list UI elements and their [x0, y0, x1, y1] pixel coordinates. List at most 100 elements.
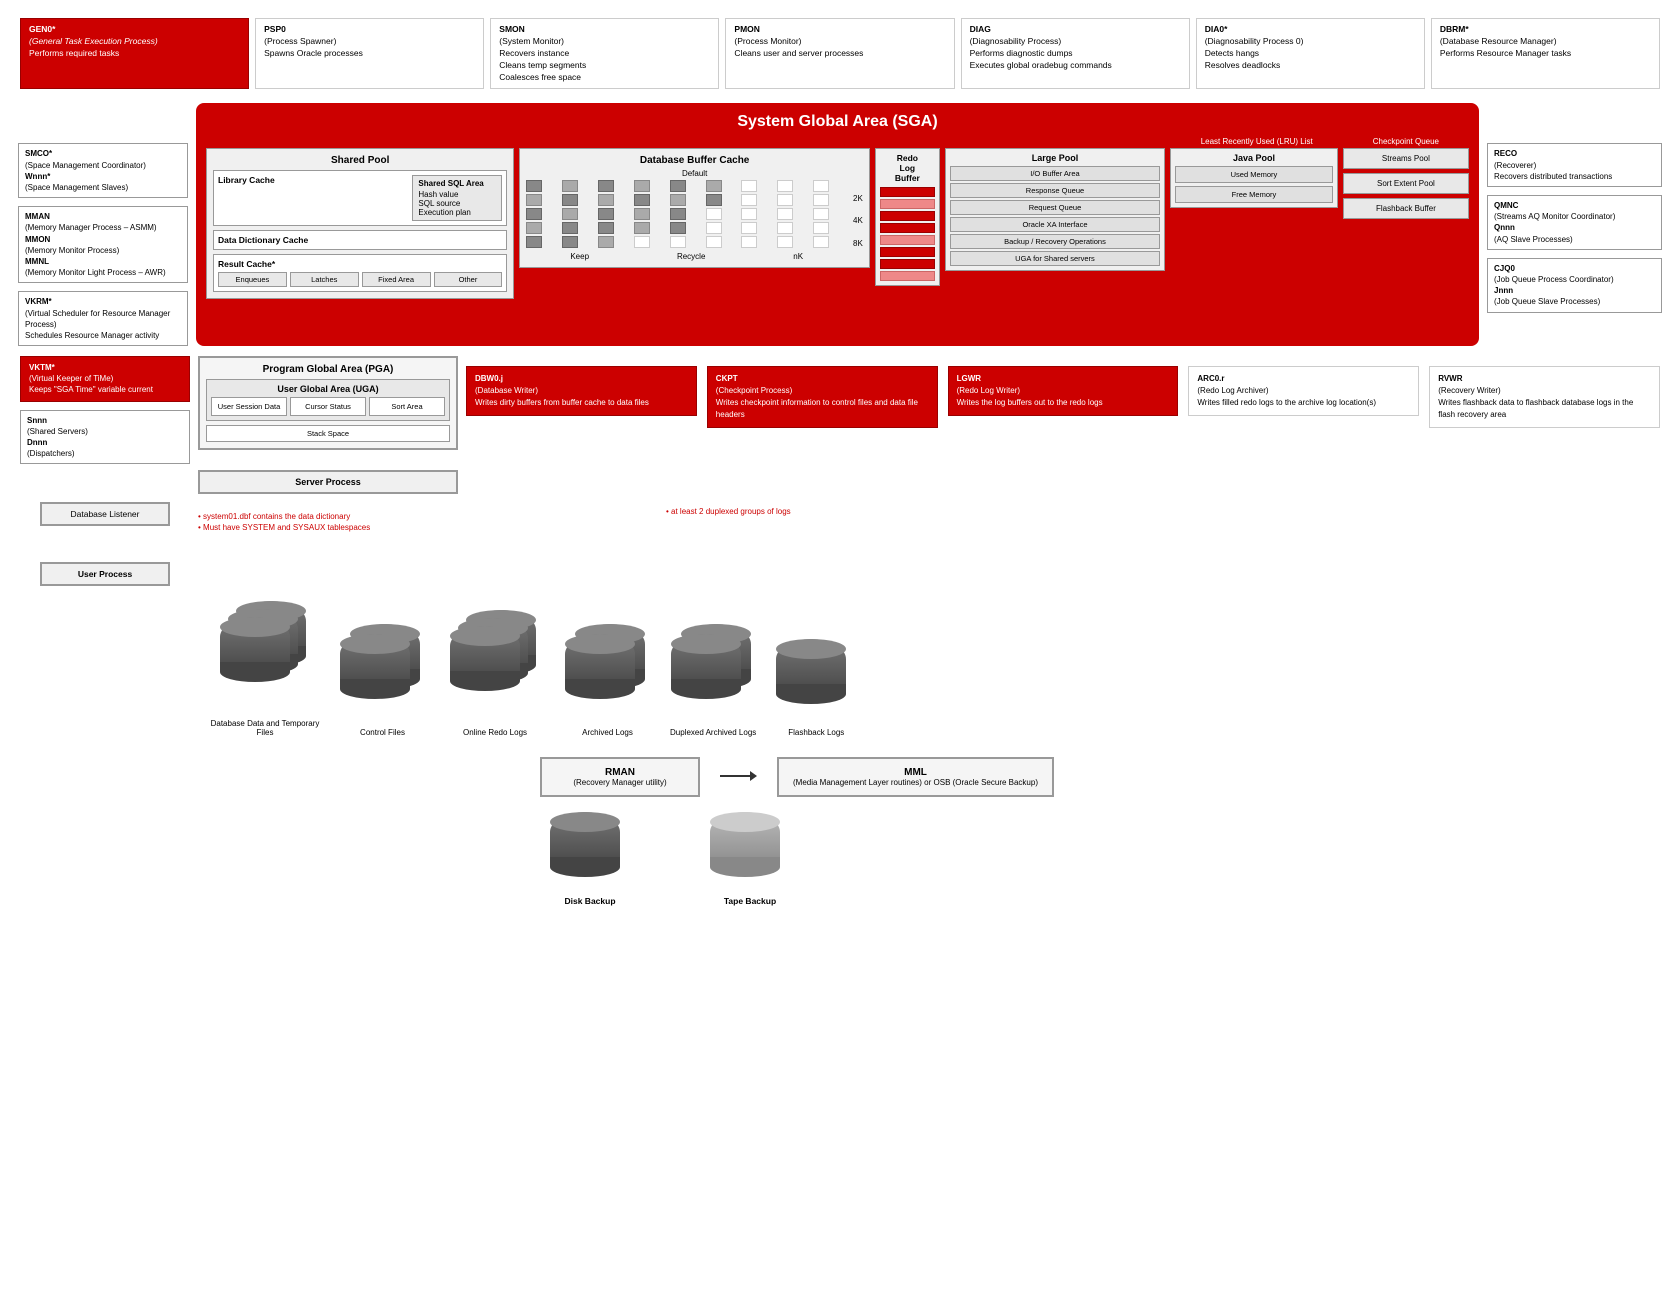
control-files-group: Control Files	[340, 624, 425, 737]
control-files-label: Control Files	[360, 728, 405, 737]
jp-0: Used Memory	[1175, 166, 1333, 183]
data-dict-label: Data Dictionary Cache	[218, 235, 502, 245]
notes-area: • system01.dbf contains the data diction…	[198, 502, 458, 534]
lru-label: Least Recently Used (LRU) List	[1201, 137, 1313, 146]
mml-subtitle: (Media Management Layer routines) or OSB…	[793, 778, 1038, 787]
uga-cell-0: User Session Data	[211, 397, 287, 416]
tape-backup-group: Tape Backup	[710, 812, 790, 906]
rvwr-box: RVWR (Recovery Writer) Writes flashback …	[1429, 366, 1660, 428]
rman-title: RMAN	[556, 767, 684, 778]
sql-area-box: Shared SQL Area Hash value SQL source Ex…	[412, 175, 502, 221]
smon-subtitle: (System Monitor)	[499, 36, 710, 48]
user-process: User Process	[40, 562, 170, 586]
java-pool: Java Pool Used Memory Free Memory	[1170, 148, 1338, 208]
shared-pool: Shared Pool Library Cache Shared SQL Are…	[206, 148, 514, 299]
streams-pool: Streams Pool	[1343, 148, 1469, 169]
result-cache-items: Enqueues Latches Fixed Area Other	[218, 272, 502, 287]
data-dict-cache: Data Dictionary Cache	[213, 230, 507, 250]
lru-checkpoint-row: Least Recently Used (LRU) List Checkpoin…	[206, 137, 1469, 146]
diag-box: DIAG (Diagnosability Process) Performs d…	[961, 18, 1190, 89]
redo-log-title: RedoLogBuffer	[880, 153, 935, 183]
duplexed-logs-label: Duplexed Archived Logs	[670, 728, 756, 737]
dbrm-desc: Performs Resource Manager tasks	[1440, 48, 1651, 60]
gen0-title: GEN0*	[29, 24, 240, 36]
dia0-desc: Detects hangs Resolves deadlocks	[1205, 48, 1416, 72]
disk-backup-group: Disk Backup	[550, 812, 630, 906]
gen0-subtitle: (General Task Execution Process)	[29, 36, 240, 48]
shared-pool-title: Shared Pool	[213, 155, 507, 166]
sga-inner: Shared Pool Library Cache Shared SQL Are…	[206, 148, 1469, 299]
left-sidebar: SMCO* (Space Management Coordinator) Wnn…	[18, 103, 188, 346]
uga-title: User Global Area (UGA)	[211, 384, 445, 394]
lp-5: UGA for Shared servers	[950, 251, 1160, 266]
lp-1: Response Queue	[950, 183, 1160, 198]
default-label: Default	[526, 169, 862, 178]
ckpt-box: CKPT (Checkpoint Process) Writes checkpo…	[707, 366, 938, 428]
pga-container: Program Global Area (PGA) User Global Ar…	[198, 356, 458, 494]
large-pool-items: I/O Buffer Area Response Queue Request Q…	[950, 166, 1160, 266]
recovery-row: RMAN (Recovery Manager utility) MML (Med…	[10, 737, 1670, 797]
pmon-desc: Cleans user and server processes	[734, 48, 945, 60]
qmnc-box: QMNC (Streams AQ Monitor Coordinator) Qn…	[1487, 195, 1662, 250]
psp0-desc: Spawns Oracle processes	[264, 48, 475, 60]
dia0-title: DIA0*	[1205, 24, 1416, 36]
snnn-box: Snnn (Shared Servers) Dnnn (Dispatchers)	[20, 410, 190, 465]
lp-0: I/O Buffer Area	[950, 166, 1160, 181]
library-cache-label: Library Cache	[218, 175, 406, 221]
vkrm-box: VKRM* (Virtual Scheduler for Resource Ma…	[18, 291, 188, 346]
cjq0-box: CJQ0 (Job Queue Process Coordinator) Jnn…	[1487, 258, 1662, 313]
smon-box: SMON (System Monitor) Recovers instance …	[490, 18, 719, 89]
arc0-box: ARC0.r (Redo Log Archiver) Writes filled…	[1188, 366, 1419, 416]
files-row: Database Data and Temporary Files Contro…	[10, 591, 1670, 737]
buffer-grid-area: Keep Recycle nK 2K 4K 8K	[526, 180, 862, 261]
lp-4: Backup / Recovery Operations	[950, 234, 1160, 249]
redo-log-buffer: RedoLogBuffer	[875, 148, 940, 286]
rman-subtitle: (Recovery Manager utility)	[556, 778, 684, 787]
buffer-grid: Keep Recycle nK	[526, 180, 847, 261]
rc-item-0: Enqueues	[218, 272, 287, 287]
kb-labels: 2K 4K 8K	[851, 181, 863, 261]
reco-box: RECO (Recoverer) Recovers distributed tr…	[1487, 143, 1662, 187]
pga-title: Program Global Area (PGA)	[206, 364, 450, 375]
vktm-box: VKTM* (Virtual Keeper of TiMe) Keeps "SG…	[20, 356, 190, 402]
psp0-title: PSP0	[264, 24, 475, 36]
sga-area: System Global Area (SGA) Least Recently …	[196, 103, 1479, 346]
smco-box: SMCO* (Space Management Coordinator) Wnn…	[18, 143, 188, 198]
large-pool-title: Large Pool	[950, 153, 1160, 163]
diag-title: DIAG	[970, 24, 1181, 36]
sort-extent-pool: Sort Extent Pool	[1343, 173, 1469, 194]
sga-title: System Global Area (SGA)	[206, 113, 1469, 131]
mman-box: MMAN (Memory Manager Process – ASMM) MMO…	[18, 206, 188, 283]
lp-2: Request Queue	[950, 200, 1160, 215]
psp0-subtitle: (Process Spawner)	[264, 36, 475, 48]
diag-subtitle: (Diagnosability Process)	[970, 36, 1181, 48]
redo-logs-label: Online Redo Logs	[463, 728, 527, 737]
smon-desc: Recovers instance Cleans temp segments C…	[499, 48, 710, 84]
uga-cell-1: Cursor Status	[290, 397, 366, 416]
gen0-box: GEN0* (General Task Execution Process) P…	[20, 18, 249, 89]
disk-backup-label: Disk Backup	[564, 896, 615, 906]
rc-item-3: Other	[434, 272, 503, 287]
dbrm-box: DBRM* (Database Resource Manager) Perfor…	[1431, 18, 1660, 89]
pmon-title: PMON	[734, 24, 945, 36]
left-process-col: VKTM* (Virtual Keeper of TiMe) Keeps "SG…	[20, 356, 190, 464]
smon-title: SMON	[499, 24, 710, 36]
data-files-group: Database Data and Temporary Files	[210, 601, 320, 737]
flashback-buffer: Flashback Buffer	[1343, 198, 1469, 219]
tape-backup-label: Tape Backup	[724, 896, 776, 906]
dia0-subtitle: (Diagnosability Process 0)	[1205, 36, 1416, 48]
large-pool: Large Pool I/O Buffer Area Response Queu…	[945, 148, 1165, 271]
dia0-box: DIA0* (Diagnosability Process 0) Detects…	[1196, 18, 1425, 89]
jp-1: Free Memory	[1175, 186, 1333, 203]
buffer-cache: Database Buffer Cache Default	[519, 148, 869, 268]
duplexed-logs-group: Duplexed Archived Logs	[670, 624, 756, 737]
pmon-box: PMON (Process Monitor) Cleans user and s…	[725, 18, 954, 89]
bg-processes: DBW0.j (Database Writer) Writes dirty bu…	[466, 356, 1660, 428]
dbw0-box: DBW0.j (Database Writer) Writes dirty bu…	[466, 366, 697, 416]
lgwr-box: LGWR (Redo Log Writer) Writes the log bu…	[948, 366, 1179, 416]
result-cache-label: Result Cache*	[218, 259, 502, 269]
sql-area-title: Shared SQL Area	[418, 179, 496, 188]
dbrm-title: DBRM*	[1440, 24, 1651, 36]
lp-3: Oracle XA Interface	[950, 217, 1160, 232]
archived-logs-group: Archived Logs	[565, 624, 650, 737]
